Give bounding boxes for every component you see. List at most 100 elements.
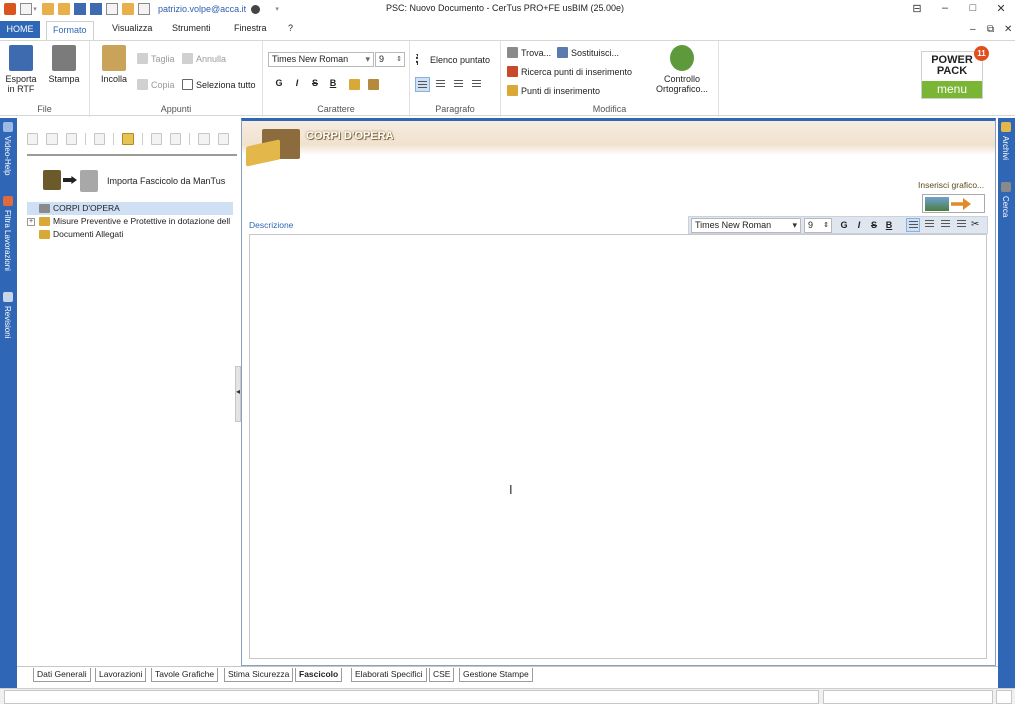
- tab-visualizza[interactable]: Visualizza: [112, 23, 152, 33]
- rail-item-video-help[interactable]: Video-Help: [0, 122, 17, 192]
- arrow-icon: [951, 198, 971, 210]
- user-icon[interactable]: [251, 4, 261, 14]
- desc-align-justify-button[interactable]: [954, 218, 968, 232]
- tab-lavorazioni[interactable]: Lavorazioni: [95, 668, 147, 682]
- desc-font-size-select[interactable]: 9 ⇕: [804, 218, 832, 233]
- select-all-button[interactable]: Seleziona tutto: [182, 79, 256, 90]
- rail-item-revisioni[interactable]: Revisioni: [0, 292, 17, 352]
- expand-all-icon[interactable]: [198, 133, 210, 145]
- bullet-list-button[interactable]: Elenco puntato: [416, 54, 490, 65]
- dropdown-arrow-icon[interactable]: ▾: [32, 5, 38, 13]
- add-child-icon[interactable]: [46, 133, 58, 145]
- tree-node-corpi-opera[interactable]: CORPI D'OPERA: [27, 202, 233, 215]
- desc-bold-button[interactable]: G: [838, 220, 850, 230]
- scissors-icon[interactable]: ✂: [971, 219, 983, 231]
- app-logo-icon[interactable]: [4, 3, 16, 15]
- tree-node-misure-preventive[interactable]: + Misure Preventive e Protettive in dota…: [27, 215, 233, 228]
- new-document-icon[interactable]: [20, 3, 32, 15]
- desc-strike-button[interactable]: S: [868, 220, 880, 230]
- insertion-points-button[interactable]: Punti di inserimento: [507, 85, 600, 96]
- font-size-select[interactable]: 9 ⇕: [375, 52, 405, 67]
- align-center-icon: [924, 220, 934, 227]
- paste-button[interactable]: Incolla: [96, 45, 132, 84]
- tab-dati-generali[interactable]: Dati Generali: [33, 668, 91, 682]
- insert-graphic-label[interactable]: Inserisci grafico...: [918, 180, 984, 190]
- find-button[interactable]: Trova...: [507, 47, 551, 58]
- move-down-icon[interactable]: [169, 133, 182, 145]
- maximize-icon[interactable]: □: [966, 2, 980, 14]
- align-left-button[interactable]: [415, 77, 430, 92]
- save-icon[interactable]: [74, 3, 86, 15]
- search-insertion-points-button[interactable]: Ricerca punti di inserimento: [507, 66, 632, 77]
- tab-finestra[interactable]: Finestra: [234, 23, 267, 33]
- replace-button[interactable]: Sostituisci...: [557, 47, 619, 58]
- desc-align-center-button[interactable]: [922, 218, 936, 232]
- copy-document-icon[interactable]: [122, 3, 134, 15]
- align-justify-button[interactable]: [469, 77, 484, 92]
- delete-node-icon[interactable]: [65, 133, 78, 145]
- desc-align-left-button[interactable]: [906, 218, 920, 232]
- collapse-left-icon[interactable]: ◂: [236, 387, 240, 396]
- section-header: CORPI D'OPERA: [242, 121, 995, 167]
- spinner-icon: ⇕: [823, 222, 829, 229]
- mdi-close-icon[interactable]: ✕: [1004, 24, 1012, 35]
- import-mantus-button[interactable]: Importa Fascicolo da ManTus: [43, 170, 225, 192]
- move-up-icon[interactable]: [150, 133, 162, 145]
- minimize-icon[interactable]: –: [938, 2, 952, 14]
- align-right-button[interactable]: [451, 77, 466, 92]
- tab-tavole-grafiche[interactable]: Tavole Grafiche: [151, 668, 219, 682]
- rail-item-filtra-lavorazioni[interactable]: Filtra Lavorazioni: [0, 196, 17, 286]
- tab-help[interactable]: ?: [288, 23, 293, 33]
- italic-button[interactable]: I: [291, 78, 303, 88]
- desc-font-family-select[interactable]: Times New Roman ▾: [691, 218, 801, 233]
- align-center-button[interactable]: [433, 77, 448, 92]
- tab-fascicolo[interactable]: Fascicolo: [295, 668, 343, 682]
- add-node-icon[interactable]: [27, 133, 39, 145]
- export-rtf-button[interactable]: Esporta in RTF: [3, 45, 39, 94]
- font-family-select[interactable]: Times New Roman ▾: [268, 52, 374, 67]
- desc-italic-button[interactable]: I: [853, 220, 865, 230]
- cut-button[interactable]: Taglia: [137, 53, 175, 64]
- desc-align-right-button[interactable]: [938, 218, 952, 232]
- copy-button[interactable]: Copia: [137, 79, 175, 90]
- bold-button[interactable]: G: [273, 78, 285, 88]
- description-editor[interactable]: I: [249, 234, 987, 659]
- tab-elaborati-specifici[interactable]: Elaborati Specifici: [351, 668, 427, 682]
- customize-toolbar-icon[interactable]: ▾: [274, 5, 280, 13]
- undo-button[interactable]: Annulla: [182, 53, 226, 64]
- desc-underline-button[interactable]: B: [883, 220, 895, 230]
- expand-icon[interactable]: +: [27, 218, 35, 226]
- mdi-minimize-icon[interactable]: –: [970, 24, 976, 35]
- status-cell-grip: [996, 690, 1012, 704]
- save-as-icon[interactable]: [90, 3, 102, 15]
- strike-button[interactable]: S: [309, 78, 321, 88]
- open-recent-icon[interactable]: [58, 3, 70, 15]
- tab-formato[interactable]: Formato: [46, 21, 94, 40]
- underline-button[interactable]: B: [327, 78, 339, 88]
- tab-gestione-stampe[interactable]: Gestione Stampe: [459, 668, 533, 682]
- pdf-icon[interactable]: [138, 3, 150, 15]
- tab-home[interactable]: HOME: [0, 21, 40, 38]
- rail-item-archivi[interactable]: Archivi: [998, 122, 1015, 178]
- ribbon-group-file: Esporta in RTF Stampa File: [0, 41, 90, 117]
- user-email[interactable]: patrizio.volpe@acca.it: [158, 4, 246, 14]
- print-button[interactable]: Stampa: [44, 45, 84, 84]
- rail-item-cerca[interactable]: Cerca: [998, 182, 1015, 232]
- print-preview-icon[interactable]: [106, 3, 118, 15]
- highlight-icon[interactable]: [349, 79, 360, 90]
- open-folder-icon[interactable]: [42, 3, 54, 15]
- mdi-restore-icon[interactable]: ⧉: [987, 24, 994, 35]
- tab-stima-sicurezza[interactable]: Stima Sicurezza: [224, 668, 294, 682]
- insert-graphic-button[interactable]: [922, 194, 985, 213]
- tree-node-documenti-allegati[interactable]: Documenti Allegati: [27, 228, 233, 241]
- close-icon[interactable]: ✕: [994, 2, 1008, 15]
- collapse-all-icon[interactable]: [217, 133, 229, 145]
- restore-layout-icon[interactable]: ⊟: [910, 2, 924, 15]
- tab-cse[interactable]: CSE: [429, 668, 455, 682]
- paste-node-icon[interactable]: [122, 133, 134, 145]
- tab-strumenti[interactable]: Strumenti: [172, 23, 211, 33]
- font-color-icon[interactable]: [368, 79, 379, 90]
- copy-node-icon[interactable]: [94, 133, 106, 145]
- spellcheck-button[interactable]: Controllo Ortografico...: [649, 45, 715, 94]
- powerpack-menu-button[interactable]: POWER PACK menu 11: [921, 46, 989, 99]
